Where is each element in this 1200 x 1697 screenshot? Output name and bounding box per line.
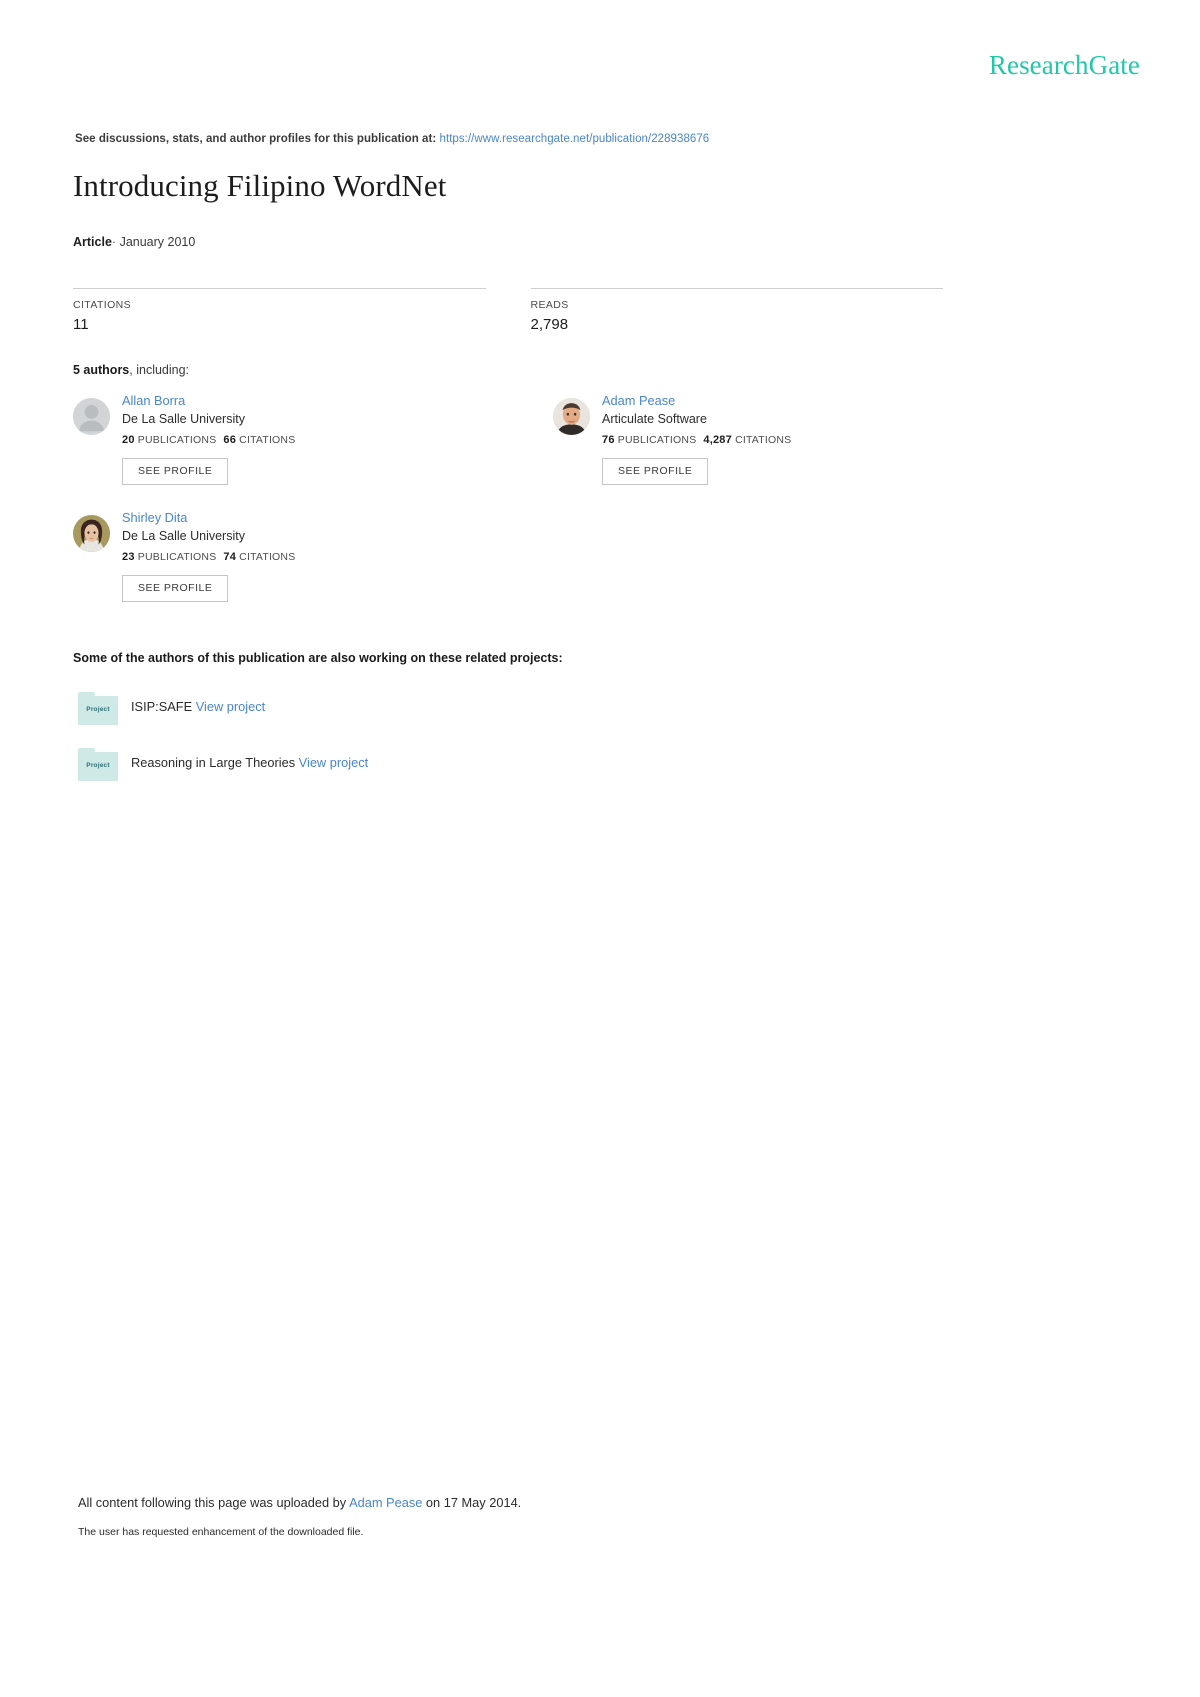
generic-person-icon xyxy=(73,398,110,435)
photo-adam-pease-icon xyxy=(553,398,590,435)
related-projects-heading: Some of the authors of this publication … xyxy=(73,651,563,665)
reads-value: 2,798 xyxy=(530,316,569,333)
authors-heading: 5 authors, including: xyxy=(73,363,189,377)
project-title: Reasoning in Large Theories xyxy=(131,755,296,770)
project-text: ISIP:SAFE View project xyxy=(131,699,265,714)
project-folder-icon: Project xyxy=(78,748,118,781)
author-body: Allan Borra De La Salle University 20 PU… xyxy=(122,392,513,485)
upload-prefix: All content following this page was uplo… xyxy=(78,1495,347,1510)
author-name-link[interactable]: Adam Pease xyxy=(602,392,993,409)
related-projects-list: Project ISIP:SAFE View project Project R… xyxy=(78,692,778,804)
author-affiliation: De La Salle University xyxy=(122,412,245,426)
upload-attribution: All content following this page was uplo… xyxy=(78,1495,521,1510)
researchgate-cover-page: ResearchGate See discussions, stats, and… xyxy=(0,0,1200,1697)
enhancement-note: The user has requested enhancement of th… xyxy=(78,1526,364,1538)
view-project-link[interactable]: View project xyxy=(299,755,368,770)
discussion-prefix: See discussions, stats, and author profi… xyxy=(75,133,437,145)
author-body: Adam Pease Articulate Software 76 PUBLIC… xyxy=(602,392,993,485)
stats-row: CITATIONS 11 READS 2,798 xyxy=(73,288,988,333)
view-project-link[interactable]: View project xyxy=(196,699,265,714)
authors-count: 5 authors xyxy=(73,363,130,377)
list-item[interactable]: Project Reasoning in Large Theories View… xyxy=(78,748,778,804)
author-card: Shirley Dita De La Salle University 23 P… xyxy=(73,509,513,602)
author-card: Allan Borra De La Salle University 20 PU… xyxy=(73,392,513,485)
meta-separator: · xyxy=(111,235,117,249)
citations-word: CITATIONS xyxy=(735,434,792,446)
reads-divider xyxy=(530,288,943,289)
avatar xyxy=(553,398,590,435)
citations-stat: CITATIONS 11 xyxy=(73,288,486,333)
avatar xyxy=(73,398,110,435)
author-body: Shirley Dita De La Salle University 23 P… xyxy=(122,509,513,602)
author-citations-count: 74 xyxy=(223,551,237,563)
uploader-link[interactable]: Adam Pease xyxy=(349,1495,422,1510)
project-folder-icon: Project xyxy=(78,692,118,725)
citations-word: CITATIONS xyxy=(239,434,296,446)
discussion-line: See discussions, stats, and author profi… xyxy=(75,133,709,145)
author-publications-count: 20 xyxy=(122,434,135,446)
publications-word: PUBLICATIONS xyxy=(617,434,697,446)
author-citations-count: 4,287 xyxy=(703,434,732,446)
see-profile-button[interactable]: SEE PROFILE xyxy=(602,458,709,485)
citations-divider xyxy=(73,288,486,289)
author-citations-count: 66 xyxy=(223,434,237,446)
author-stats: 20 PUBLICATIONS 66 CITATIONS xyxy=(122,434,513,446)
publications-word: PUBLICATIONS xyxy=(137,434,217,446)
publication-url-link[interactable]: https://www.researchgate.net/publication… xyxy=(440,133,710,145)
photo-shirley-dita-icon xyxy=(73,515,110,552)
authors-count-suffix: , including: xyxy=(129,363,190,377)
author-name-link[interactable]: Shirley Dita xyxy=(122,509,513,526)
publications-word: PUBLICATIONS xyxy=(137,551,217,563)
reads-stat: READS 2,798 xyxy=(530,288,943,333)
author-stats: 23 PUBLICATIONS 74 CITATIONS xyxy=(122,551,513,563)
author-card: Adam Pease Articulate Software 76 PUBLIC… xyxy=(553,392,993,485)
reads-label: READS xyxy=(530,299,569,311)
author-publications-count: 23 xyxy=(122,551,135,563)
avatar xyxy=(73,515,110,552)
upload-suffix: on 17 May 2014. xyxy=(425,1495,522,1510)
see-profile-button[interactable]: SEE PROFILE xyxy=(122,458,229,485)
author-name-link[interactable]: Allan Borra xyxy=(122,392,513,409)
citations-label: CITATIONS xyxy=(73,299,132,311)
author-stats: 76 PUBLICATIONS 4,287 CITATIONS xyxy=(602,434,993,446)
article-meta: Article· January 2010 xyxy=(73,235,195,249)
list-item[interactable]: Project ISIP:SAFE View project xyxy=(78,692,778,748)
page-title: Introducing Filipino WordNet xyxy=(73,168,447,203)
citations-value: 11 xyxy=(73,316,89,333)
author-affiliation: De La Salle University xyxy=(122,529,245,543)
researchgate-logo[interactable]: ResearchGate xyxy=(989,52,1140,79)
project-icon-label: Project xyxy=(86,706,110,713)
author-publications-count: 76 xyxy=(602,434,615,446)
see-profile-button[interactable]: SEE PROFILE xyxy=(122,575,229,602)
article-type: Article xyxy=(73,235,112,249)
brand-header: ResearchGate xyxy=(989,52,1140,79)
project-text: Reasoning in Large Theories View project xyxy=(131,755,368,770)
article-date: January 2010 xyxy=(119,235,196,249)
project-icon-label: Project xyxy=(86,762,110,769)
author-affiliation: Articulate Software xyxy=(602,412,707,426)
citations-word: CITATIONS xyxy=(239,551,296,563)
project-title: ISIP:SAFE xyxy=(131,699,193,714)
